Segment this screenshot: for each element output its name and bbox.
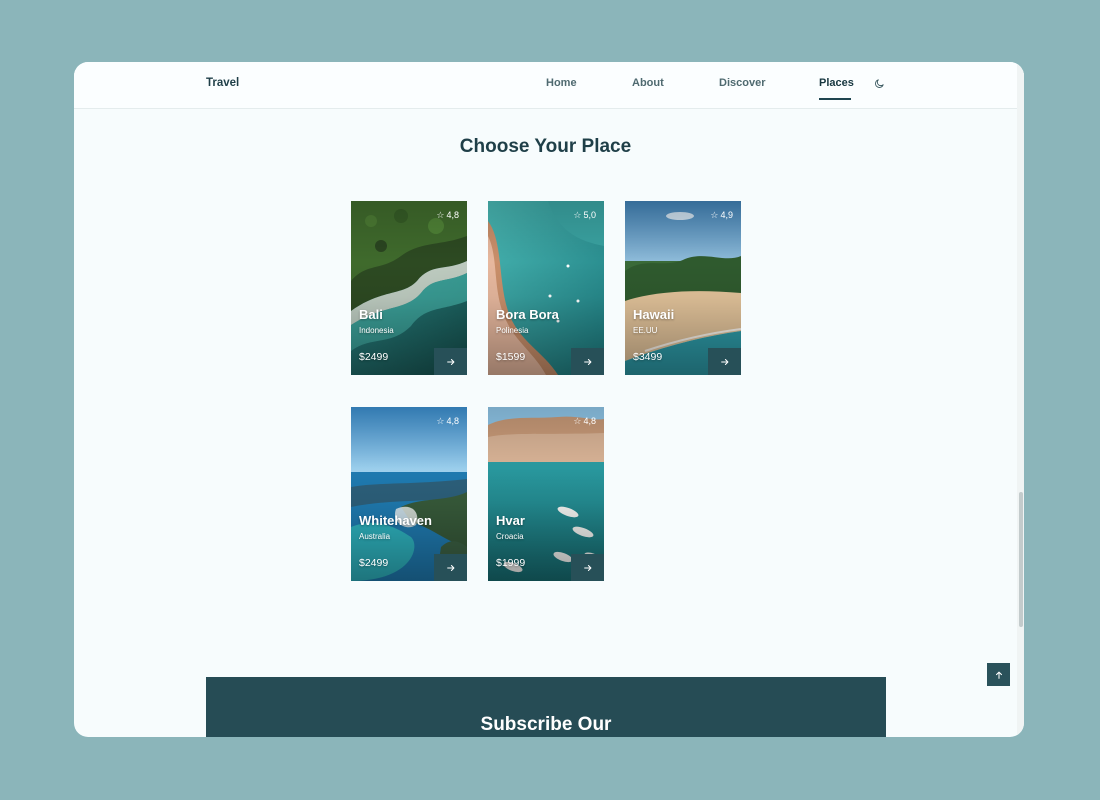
browser-window: Travel Home About Discover Places Choose… bbox=[74, 62, 1024, 737]
place-name: Bora Bora bbox=[496, 307, 559, 322]
rating-value: 4,8 bbox=[446, 210, 459, 220]
place-card-hvar[interactable]: ☆ 4,8 Hvar Croacia $1999 bbox=[488, 407, 604, 581]
moon-icon bbox=[875, 79, 884, 88]
theme-toggle-button[interactable] bbox=[873, 77, 887, 91]
arrow-right-icon bbox=[720, 358, 728, 365]
place-card-hawaii[interactable]: ☆ 4,9 Hawaii EE.UU $3499 bbox=[625, 201, 741, 375]
place-country: Croacia bbox=[496, 532, 524, 541]
scroll-top-button[interactable] bbox=[987, 663, 1010, 686]
rating-value: 4,8 bbox=[446, 416, 459, 426]
rating-value: 4,8 bbox=[583, 416, 596, 426]
place-name: Hawaii bbox=[633, 307, 675, 322]
star-icon: ☆ bbox=[573, 209, 582, 220]
rating: ☆ 4,8 bbox=[573, 416, 596, 426]
rating: ☆ 4,9 bbox=[710, 210, 733, 220]
place-price: $3499 bbox=[633, 351, 663, 363]
arrow-up-icon bbox=[995, 671, 1002, 679]
nav-places[interactable]: Places bbox=[819, 77, 854, 89]
place-card-bora-bora[interactable]: ☆ 5,0 Bora Bora Polinesia $1599 bbox=[488, 201, 604, 375]
star-icon: ☆ bbox=[436, 415, 445, 426]
subscribe-section: Subscribe Our bbox=[206, 677, 886, 737]
place-name: Hvar bbox=[496, 513, 525, 528]
place-price: $2499 bbox=[359, 351, 389, 363]
place-name: Whitehaven bbox=[359, 513, 432, 528]
page-title: Choose Your Place bbox=[459, 136, 632, 157]
place-card-whitehaven[interactable]: ☆ 4,8 Whitehaven Australia $2499 bbox=[351, 407, 467, 581]
scrollbar-thumb[interactable] bbox=[1019, 492, 1023, 627]
arrow-right-icon bbox=[446, 564, 454, 571]
rating: ☆ 4,8 bbox=[436, 210, 459, 220]
arrow-right-icon bbox=[583, 358, 591, 365]
view-place-button[interactable] bbox=[571, 554, 604, 581]
rating: ☆ 5,0 bbox=[573, 210, 596, 220]
nav-discover[interactable]: Discover bbox=[719, 77, 765, 89]
star-icon: ☆ bbox=[573, 415, 582, 426]
scrollbar[interactable] bbox=[1017, 62, 1024, 737]
logo[interactable]: Travel bbox=[206, 77, 239, 89]
place-price: $1599 bbox=[496, 351, 526, 363]
place-price: $1999 bbox=[496, 557, 526, 569]
star-icon: ☆ bbox=[710, 209, 719, 220]
top-navbar: Travel Home About Discover Places bbox=[74, 62, 1024, 109]
star-icon: ☆ bbox=[436, 209, 445, 220]
place-country: Australia bbox=[359, 532, 391, 541]
active-nav-indicator bbox=[819, 98, 851, 100]
arrow-right-icon bbox=[583, 564, 591, 571]
place-name: Bali bbox=[359, 307, 383, 322]
nav-about[interactable]: About bbox=[632, 77, 664, 89]
place-price: $2499 bbox=[359, 557, 389, 569]
view-place-button[interactable] bbox=[571, 348, 604, 375]
rating-value: 5,0 bbox=[583, 210, 596, 220]
rating: ☆ 4,8 bbox=[436, 416, 459, 426]
arrow-right-icon bbox=[446, 358, 454, 365]
rating-value: 4,9 bbox=[720, 210, 733, 220]
place-card-bali[interactable]: ☆ 4,8 Bali Indonesia $2499 bbox=[351, 201, 467, 375]
place-country: EE.UU bbox=[633, 326, 658, 335]
view-place-button[interactable] bbox=[708, 348, 741, 375]
place-country: Polinesia bbox=[496, 326, 529, 335]
place-country: Indonesia bbox=[359, 326, 394, 335]
view-place-button[interactable] bbox=[434, 348, 467, 375]
subscribe-title: Subscribe Our bbox=[480, 714, 612, 735]
nav-home[interactable]: Home bbox=[546, 77, 577, 89]
view-place-button[interactable] bbox=[434, 554, 467, 581]
